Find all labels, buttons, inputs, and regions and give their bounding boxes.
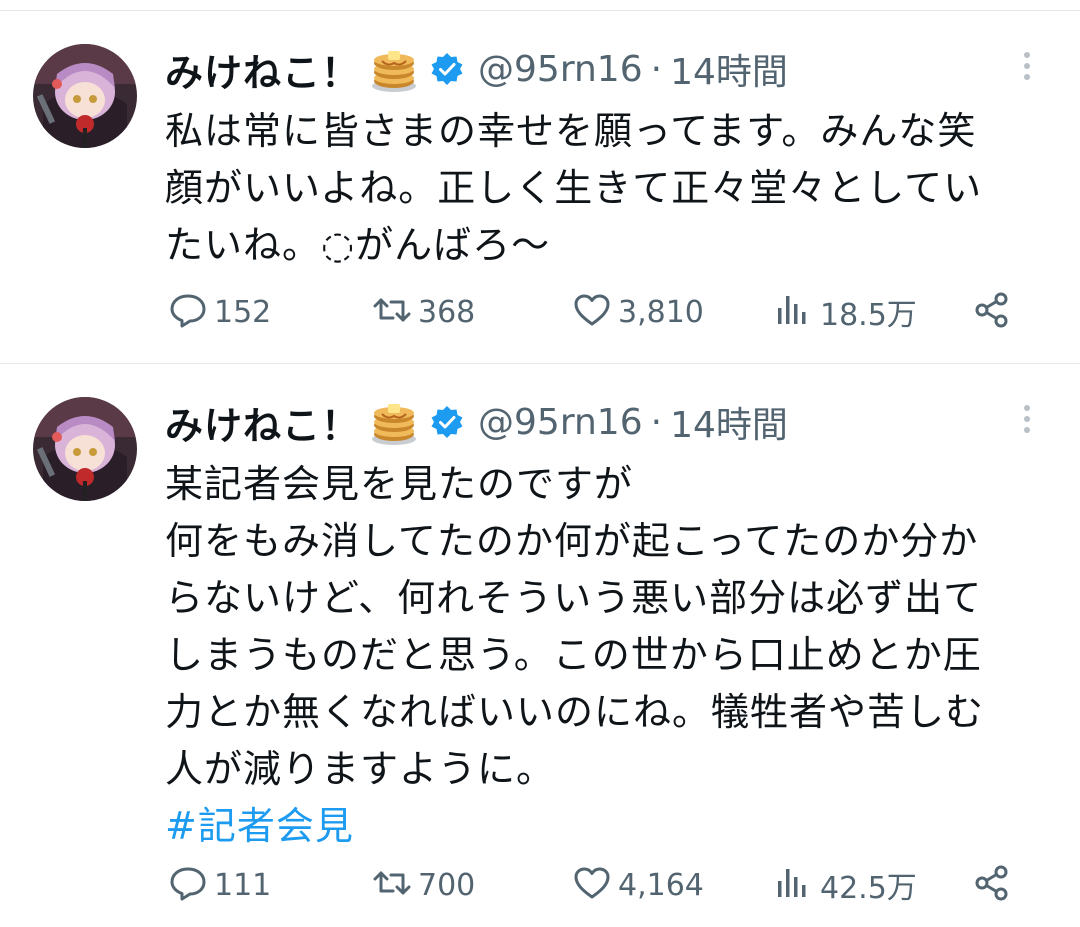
view-count: 42.5万 xyxy=(820,871,917,906)
verified-badge-icon xyxy=(430,52,464,86)
display-name[interactable]: みけねこ！ xyxy=(165,395,360,450)
more-options-icon[interactable] xyxy=(1012,47,1042,87)
action-bar: 111 700 4,164 42.5万 xyxy=(0,860,1080,910)
action-bar: 152 368 3,810 18.5万 xyxy=(0,287,1080,337)
hashtag-link[interactable]: #記者会見 xyxy=(165,798,1055,855)
tweet-header: みけねこ！ @95rn16 · 14時間 xyxy=(165,396,788,448)
tweet-text-line: しまうものだと思う。この世から口止めとか圧 xyxy=(165,633,982,677)
reply-count: 152 xyxy=(214,294,272,330)
tweet-text-line: 何をもみ消してたのか何が起こってたのか分か xyxy=(165,519,979,563)
avatar[interactable] xyxy=(33,397,137,501)
like-count: 4,164 xyxy=(618,867,704,903)
views-button[interactable]: 18.5万 xyxy=(774,287,917,337)
tweet-text-line: 人が減りますように。 xyxy=(165,747,556,791)
tweet-text-line: 私は常に皆さまの幸せを願ってます。みんな笑 xyxy=(165,109,977,153)
pancakes-icon xyxy=(368,396,420,448)
tweet-text: 某記者会見を見たのですが 何をもみ消してたのか何が起こってたのか分か らないけど… xyxy=(165,456,1055,855)
tweet-text-line: 力とか無くなればいいのにね。犠牲者や苦しむ xyxy=(165,690,985,734)
view-count: 18.5万 xyxy=(820,298,917,333)
retweet-button[interactable]: 368 xyxy=(372,287,475,337)
separator-dot: · xyxy=(650,401,663,443)
reply-button[interactable]: 152 xyxy=(168,287,271,337)
share-icon xyxy=(972,863,1012,907)
handle[interactable]: @95rn16 xyxy=(478,402,643,443)
reply-button[interactable]: 111 xyxy=(168,860,271,910)
like-count: 3,810 xyxy=(618,294,704,330)
views-chart-icon xyxy=(774,863,814,907)
share-button[interactable] xyxy=(972,287,1012,337)
tweet-header: みけねこ！ @95rn16 · 14時間 xyxy=(165,43,788,95)
tweet[interactable]: みけねこ！ @95rn16 · 14時間 xyxy=(0,364,1080,927)
tweet-text-line: 顔がいいよね。正しく生きて正々堂々としてい xyxy=(165,166,983,210)
timestamp[interactable]: 14時間 xyxy=(670,396,788,448)
views-button[interactable]: 42.5万 xyxy=(774,860,917,910)
like-button[interactable]: 3,810 xyxy=(572,287,704,337)
separator-dot: · xyxy=(650,48,663,90)
retweet-button[interactable]: 700 xyxy=(372,860,475,910)
share-button[interactable] xyxy=(972,860,1012,910)
like-button[interactable]: 4,164 xyxy=(572,860,704,910)
tweet-text-line: らないけど、何れそういう悪い部分は必ず出て xyxy=(165,576,983,620)
retweet-count: 368 xyxy=(418,294,476,330)
retweet-icon xyxy=(372,290,412,334)
more-options-icon[interactable] xyxy=(1012,400,1042,440)
heart-icon xyxy=(572,863,612,907)
views-chart-icon xyxy=(774,290,814,334)
display-name[interactable]: みけねこ！ xyxy=(165,42,360,97)
handle[interactable]: @95rn16 xyxy=(478,49,643,90)
tweet-text-line: 某記者会見を見たのですが xyxy=(165,462,634,506)
tweet[interactable]: みけねこ！ @95rn16 · 14時間 xyxy=(0,11,1080,363)
heart-icon xyxy=(572,290,612,334)
verified-badge-icon xyxy=(430,405,464,439)
avatar[interactable] xyxy=(33,44,137,148)
timestamp[interactable]: 14時間 xyxy=(670,43,788,95)
pancakes-icon xyxy=(368,43,420,95)
retweet-icon xyxy=(372,863,412,907)
retweet-count: 700 xyxy=(418,867,476,903)
tweet-text-line: たいね。◌がんばろ〜 xyxy=(165,223,551,267)
reply-icon xyxy=(168,863,208,907)
reply-icon xyxy=(168,290,208,334)
tweet-text: 私は常に皆さまの幸せを願ってます。みんな笑 顔がいいよね。正しく生きて正々堂々と… xyxy=(165,103,1055,274)
share-icon xyxy=(972,290,1012,334)
reply-count: 111 xyxy=(214,867,272,903)
